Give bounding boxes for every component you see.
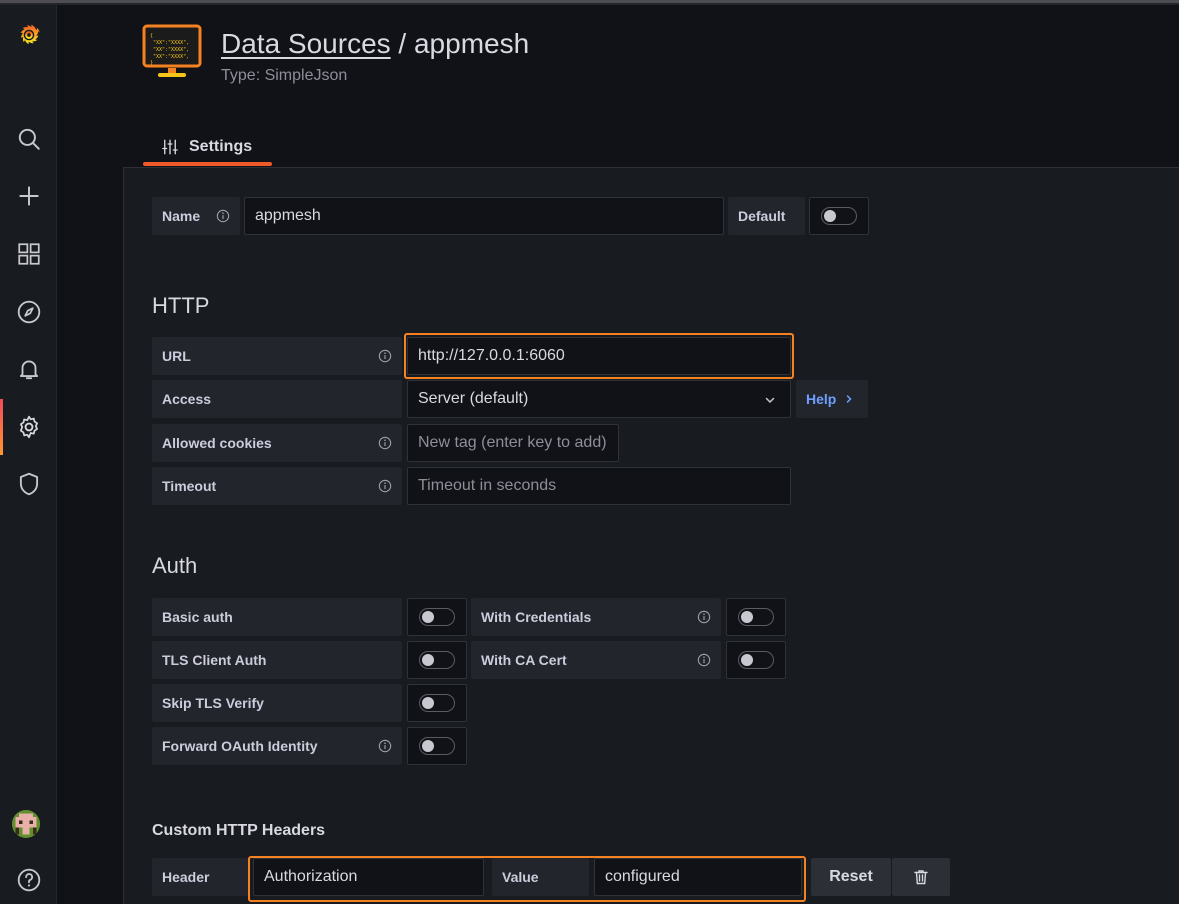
sidebar bbox=[0, 5, 57, 904]
grafana-logo[interactable] bbox=[0, 13, 57, 57]
svg-text:"XX":"XXXX",: "XX":"XXXX", bbox=[153, 47, 189, 53]
info-icon[interactable] bbox=[216, 209, 230, 223]
allowed-cookies-label: Allowed cookies bbox=[152, 424, 402, 462]
sidebar-item-search[interactable] bbox=[0, 117, 57, 161]
timeout-input[interactable]: Timeout in seconds bbox=[407, 467, 791, 505]
forward-oauth-label: Forward OAuth Identity bbox=[152, 727, 402, 765]
breadcrumb-data-sources-link[interactable]: Data Sources bbox=[221, 28, 391, 59]
with-credentials-switch[interactable] bbox=[738, 608, 774, 626]
default-switch[interactable] bbox=[821, 207, 857, 225]
forward-oauth-switch[interactable] bbox=[419, 737, 455, 755]
chevron-down-icon bbox=[765, 397, 775, 404]
breadcrumb-separator: / bbox=[390, 28, 414, 59]
with-ca-cert-toggle[interactable] bbox=[726, 641, 786, 679]
avatar[interactable] bbox=[12, 810, 40, 838]
auth-section-title: Auth bbox=[152, 553, 198, 578]
forward-oauth-label-text: Forward OAuth Identity bbox=[162, 738, 318, 754]
datasource-logo-icon: { "XX":"XXXX", "XX":"XXXX", "XX":"XXXX",… bbox=[141, 23, 203, 81]
allowed-cookies-input[interactable]: New tag (enter key to add) bbox=[407, 424, 619, 462]
sidebar-item-alerting[interactable] bbox=[0, 347, 57, 391]
name-input[interactable]: appmesh bbox=[244, 197, 724, 235]
http-section-title: HTTP bbox=[152, 293, 210, 318]
basic-auth-switch[interactable] bbox=[419, 608, 455, 626]
forward-oauth-toggle[interactable] bbox=[407, 727, 467, 765]
skip-tls-verify-switch[interactable] bbox=[419, 694, 455, 712]
sidebar-item-server-admin[interactable] bbox=[0, 462, 57, 506]
gear-icon bbox=[19, 415, 38, 439]
info-icon[interactable] bbox=[697, 610, 711, 624]
search-icon bbox=[18, 128, 40, 150]
default-label: Default bbox=[728, 197, 805, 235]
trash-icon bbox=[914, 870, 928, 885]
sidebar-item-dashboards[interactable] bbox=[0, 232, 57, 276]
info-icon[interactable] bbox=[378, 349, 392, 363]
sidebar-item-help[interactable] bbox=[0, 858, 57, 902]
sidebar-item-create[interactable] bbox=[0, 174, 57, 218]
with-ca-cert-label: With CA Cert bbox=[471, 641, 721, 679]
timeout-label-text: Timeout bbox=[162, 478, 217, 494]
reset-button[interactable]: Reset bbox=[811, 858, 891, 896]
skip-tls-verify-toggle[interactable] bbox=[407, 684, 467, 722]
plus-icon bbox=[18, 186, 39, 206]
url-highlight-box bbox=[404, 333, 794, 379]
sidebar-item-explore[interactable] bbox=[0, 290, 57, 334]
tls-client-auth-label: TLS Client Auth bbox=[152, 641, 402, 679]
tls-client-auth-switch[interactable] bbox=[419, 651, 455, 669]
info-icon[interactable] bbox=[378, 739, 392, 753]
with-ca-cert-label-text: With CA Cert bbox=[481, 652, 567, 668]
grafana-logo-icon bbox=[20, 24, 40, 45]
shield-icon bbox=[19, 472, 38, 496]
info-icon[interactable] bbox=[697, 653, 711, 667]
name-label: Name bbox=[152, 197, 240, 235]
access-help-button[interactable]: Help bbox=[796, 380, 868, 418]
chevron-right-icon bbox=[847, 395, 852, 403]
access-label: Access bbox=[152, 380, 402, 418]
svg-text:{: { bbox=[150, 33, 153, 39]
with-credentials-label-text: With Credentials bbox=[481, 609, 592, 625]
datasource-name-title: appmesh bbox=[413, 28, 530, 59]
tls-client-auth-toggle[interactable] bbox=[407, 641, 467, 679]
with-ca-cert-switch[interactable] bbox=[738, 651, 774, 669]
tab-active-indicator bbox=[143, 162, 272, 166]
timeout-label: Timeout bbox=[152, 467, 402, 505]
skip-tls-verify-label: Skip TLS Verify bbox=[152, 684, 402, 722]
url-label: URL bbox=[152, 337, 402, 375]
access-select[interactable]: Server (default) bbox=[407, 380, 791, 418]
delete-header-button[interactable] bbox=[892, 858, 950, 896]
custom-header-highlight-box bbox=[248, 856, 806, 902]
access-select-value: Server (default) bbox=[418, 390, 529, 407]
help-label: Help bbox=[806, 391, 837, 407]
bell-icon bbox=[19, 360, 38, 380]
settings-panel bbox=[123, 167, 1179, 904]
with-credentials-label: With Credentials bbox=[471, 598, 721, 636]
allowed-cookies-label-text: Allowed cookies bbox=[162, 435, 272, 451]
tab-settings[interactable]: Settings bbox=[143, 128, 271, 166]
info-icon[interactable] bbox=[378, 479, 392, 493]
name-label-text: Name bbox=[162, 208, 201, 224]
svg-text:}: } bbox=[150, 60, 153, 66]
compass-icon bbox=[17, 300, 40, 324]
avatar-pixel-icon bbox=[12, 810, 40, 838]
apps-icon bbox=[17, 243, 40, 265]
svg-text:"XX":"XXXX",: "XX":"XXXX", bbox=[153, 40, 189, 46]
datasource-type: Type: SimpleJson bbox=[221, 67, 348, 84]
with-credentials-toggle[interactable] bbox=[726, 598, 786, 636]
sliders-icon bbox=[162, 139, 178, 155]
url-label-text: URL bbox=[162, 348, 191, 364]
page-title: Data Sources / appmesh bbox=[221, 28, 529, 60]
basic-auth-label: Basic auth bbox=[152, 598, 402, 636]
sidebar-item-configuration[interactable] bbox=[0, 399, 57, 455]
custom-headers-title: Custom HTTP Headers bbox=[152, 822, 326, 839]
default-toggle[interactable] bbox=[809, 197, 869, 235]
info-icon[interactable] bbox=[378, 436, 392, 450]
svg-text:"XX":"XXXX",: "XX":"XXXX", bbox=[153, 54, 189, 60]
question-circle-icon bbox=[17, 868, 40, 892]
tab-settings-label: Settings bbox=[189, 138, 253, 155]
header-label: Header bbox=[152, 858, 248, 896]
basic-auth-toggle[interactable] bbox=[407, 598, 467, 636]
